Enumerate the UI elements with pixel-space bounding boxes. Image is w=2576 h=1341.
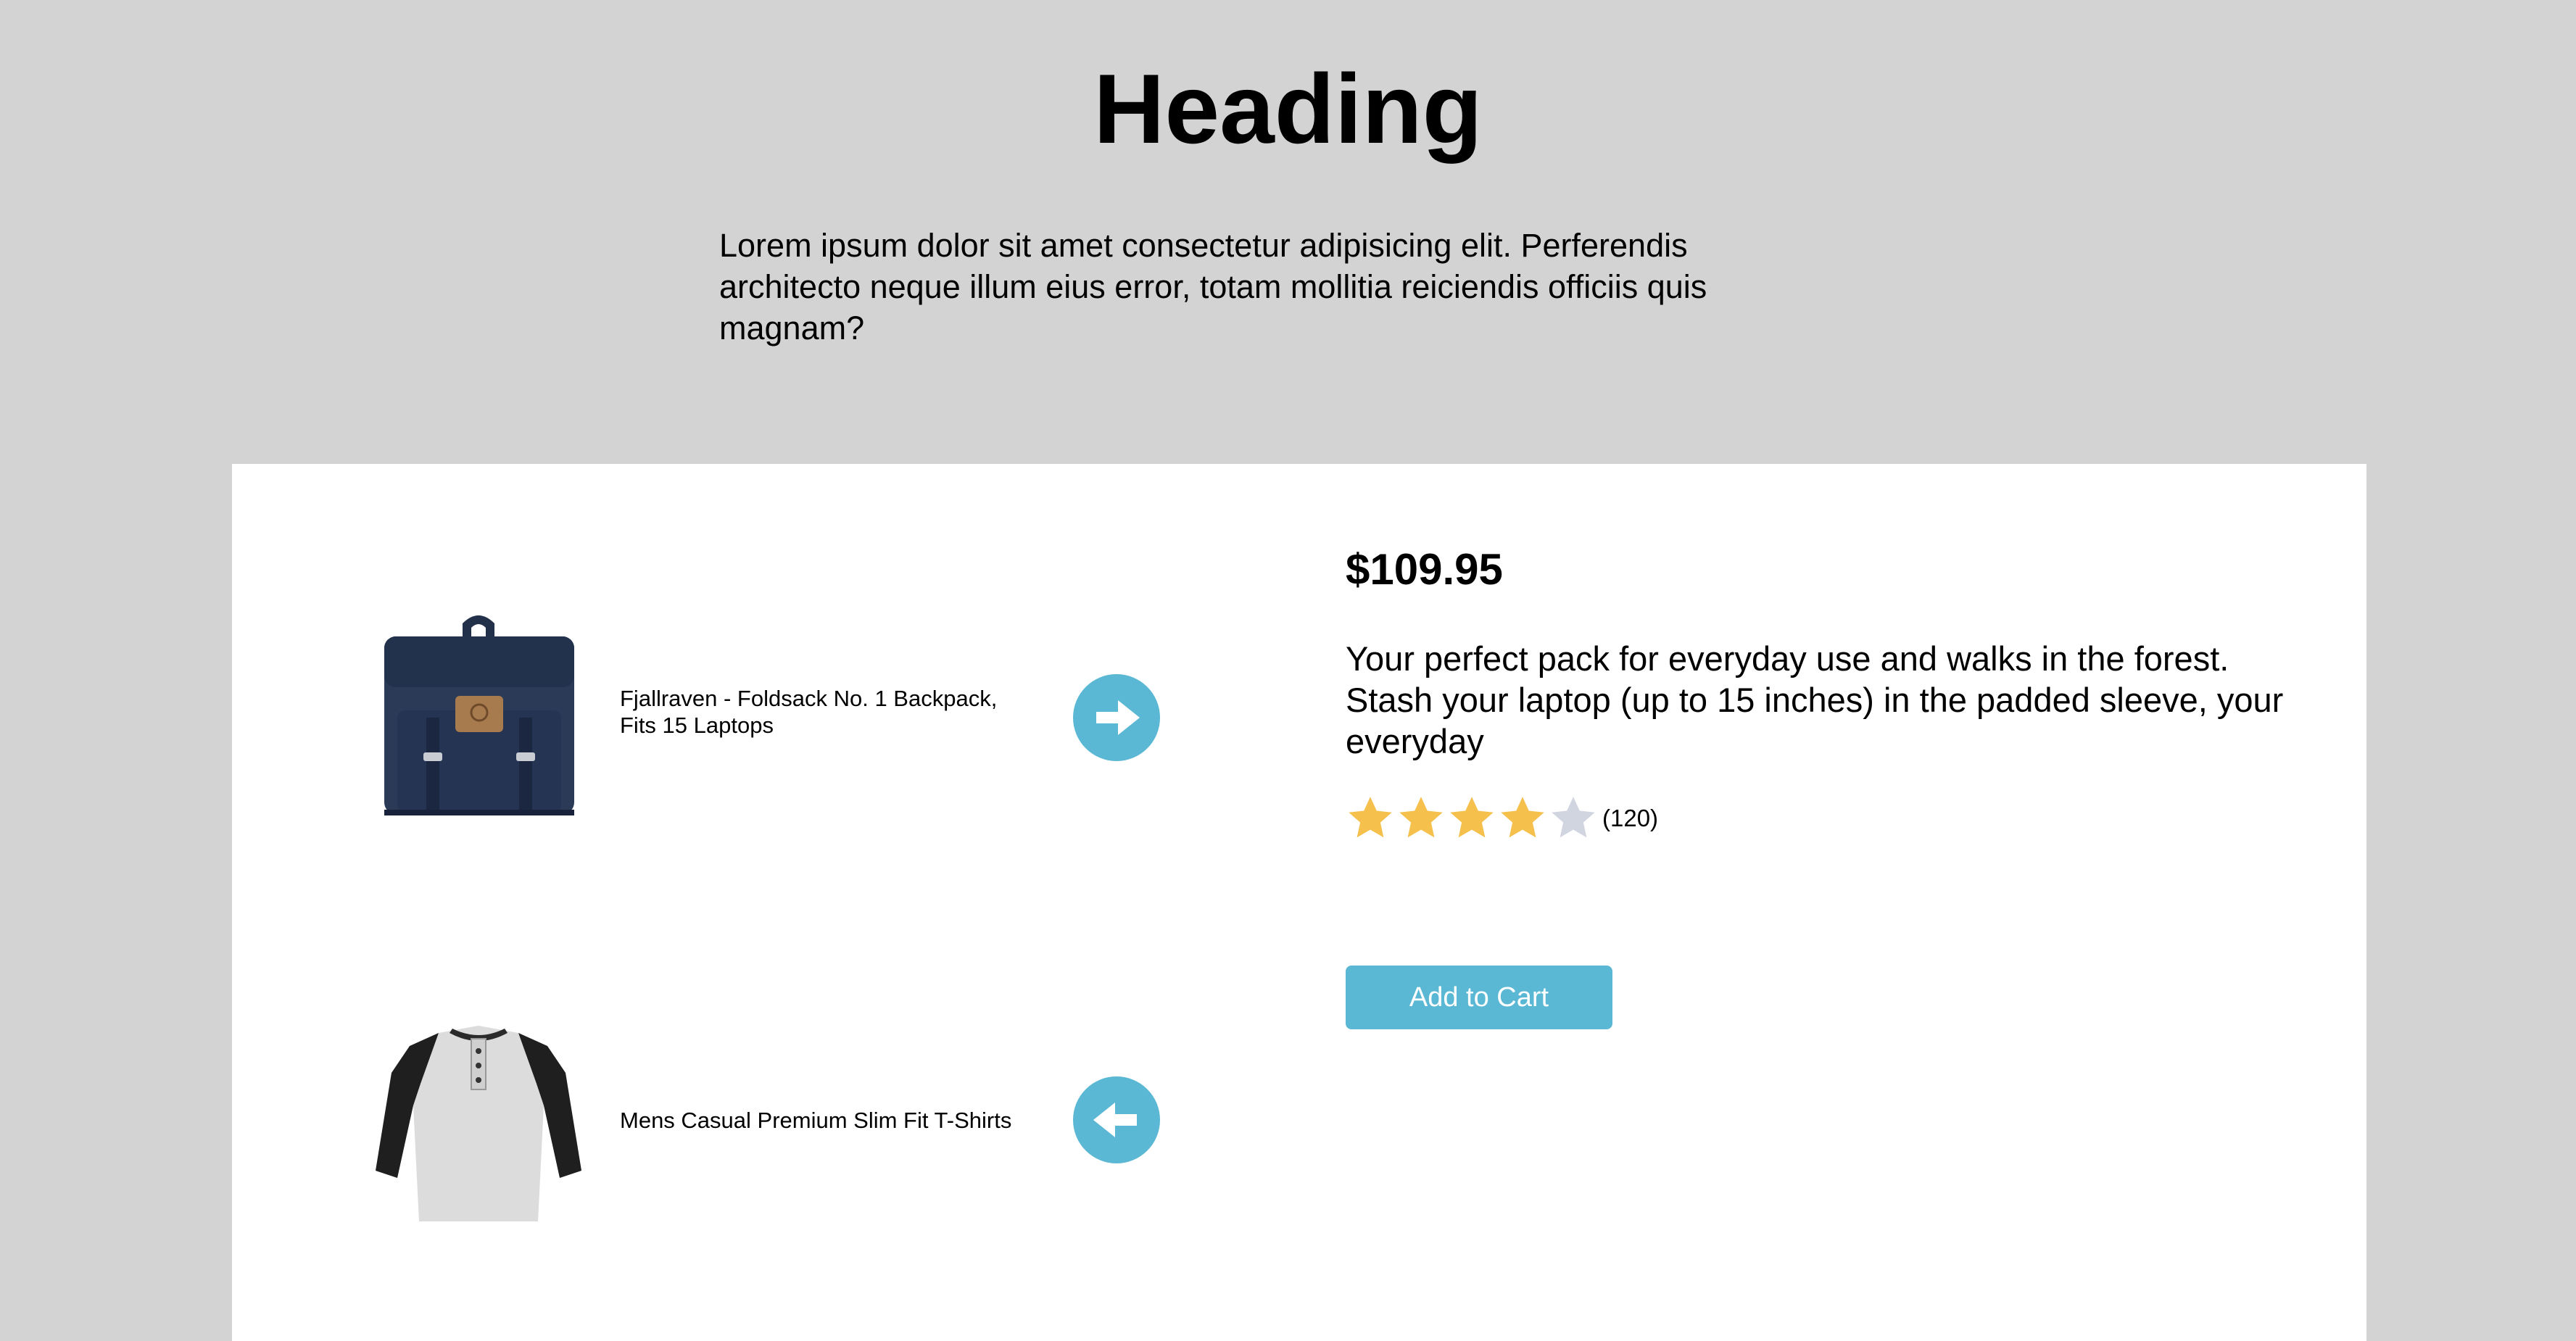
product-name: Fjallraven - Foldsack No. 1 Backpack, Fi… <box>620 686 998 738</box>
star-icon <box>1447 794 1496 843</box>
arrow-left-icon <box>1093 1103 1137 1137</box>
page-heading: Heading <box>1093 54 1483 164</box>
product-list-item: Fjallraven - Foldsack No. 1 Backpack, Fi… <box>232 587 1320 848</box>
intro-paragraph: Lorem ipsum dolor sit amet consectetur a… <box>719 227 1707 346</box>
tshirt-image <box>370 1004 587 1236</box>
review-count: (120) <box>1602 805 1659 831</box>
star-icon <box>1346 794 1395 843</box>
arrow-right-icon <box>1096 700 1140 735</box>
product-detail: $109.95 Your perfect pack for everyday u… <box>1346 464 2288 1341</box>
product-name: Mens Casual Premium Slim Fit T-Shirts <box>620 1108 1012 1133</box>
add-to-cart-button[interactable]: Add to Cart <box>1346 966 1612 1029</box>
product-description: Your perfect pack for everyday use and w… <box>1346 639 2284 760</box>
backpack-image <box>370 602 587 834</box>
star-icon <box>1396 794 1446 843</box>
next-product-button[interactable] <box>1073 674 1160 761</box>
previous-product-button[interactable] <box>1073 1076 1160 1163</box>
product-price: $109.95 <box>1346 545 1503 594</box>
star-icon <box>1549 794 1598 843</box>
product-list-item: Mens Casual Premium Slim Fit T-Shirts <box>232 989 1320 1250</box>
product-card: Fjallraven - Foldsack No. 1 Backpack, Fi… <box>232 464 2366 1341</box>
page: Heading Lorem ipsum dolor sit amet conse… <box>0 0 2576 1341</box>
star-icon <box>1498 794 1547 843</box>
